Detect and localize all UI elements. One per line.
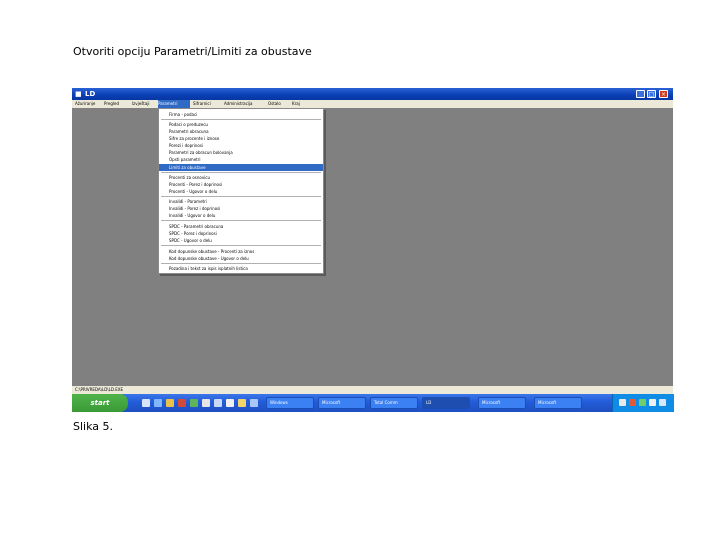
minimize-button[interactable]: _ bbox=[636, 90, 645, 98]
menu-option[interactable]: Sifre za procente i iznose bbox=[159, 135, 323, 142]
menu-option[interactable]: Opsti parametri bbox=[159, 156, 323, 163]
tray-icon[interactable] bbox=[639, 399, 646, 406]
menu-option[interactable]: Procenti za osnovicu bbox=[159, 174, 323, 181]
quicklaunch-icon[interactable] bbox=[142, 399, 150, 407]
status-path: C:\PRIVREDA\LD\LD.EXE bbox=[75, 387, 124, 392]
menu-option-limiti-za-obustave[interactable]: Limiti za obustave bbox=[159, 164, 323, 171]
menu-separator bbox=[161, 263, 321, 264]
media-icon[interactable] bbox=[178, 399, 186, 407]
tray-icon[interactable] bbox=[619, 399, 626, 406]
taskbar-button[interactable]: Total Comm bbox=[370, 397, 418, 409]
menu-kraj[interactable]: Kraj bbox=[292, 100, 300, 108]
folder-icon[interactable] bbox=[166, 399, 174, 407]
menu-option[interactable]: Parametri obracuna bbox=[159, 128, 323, 135]
menu-option[interactable]: Parametri za obracun bolovanja bbox=[159, 149, 323, 156]
menu-option[interactable]: Kod dopunske obustave - Procenti za izno… bbox=[159, 248, 323, 255]
window-title: LD bbox=[85, 90, 96, 98]
taskbar-button-label: Microsoft bbox=[482, 400, 501, 405]
taskbar-button-label: Total Comm bbox=[374, 400, 398, 405]
browser-icon[interactable] bbox=[154, 399, 162, 407]
menu-parametri[interactable]: Parametri bbox=[158, 100, 190, 108]
system-tray bbox=[612, 394, 674, 412]
quicklaunch-icon[interactable] bbox=[226, 399, 234, 407]
desktop-icon[interactable] bbox=[202, 399, 210, 407]
figure-caption: Slika 5. bbox=[73, 420, 114, 433]
menu-option[interactable]: Kod dopunske obustave - Ugovor o delu bbox=[159, 255, 323, 262]
menu-option[interactable]: Firma - podaci bbox=[159, 111, 323, 118]
menu-option[interactable]: Invalidi - Porez i doprinosi bbox=[159, 205, 323, 212]
close-button[interactable]: × bbox=[659, 90, 668, 98]
tray-icon[interactable] bbox=[629, 399, 636, 406]
menu-azuriranje[interactable]: Ažuriranje bbox=[75, 100, 95, 108]
menu-separator bbox=[161, 220, 321, 221]
menu-option[interactable]: SPDC - Ugovor o delu bbox=[159, 237, 323, 244]
taskbar: start Windows Microsoft Total Comm LD Mi… bbox=[72, 394, 674, 412]
menu-option[interactable]: Pozadina i tekst za ispis isplatnih list… bbox=[159, 265, 323, 272]
menu-option[interactable]: SPDC - Parametri obracuna bbox=[159, 223, 323, 230]
menu-option[interactable]: Procenti - Ugovor o delu bbox=[159, 188, 323, 195]
application-screenshot: ■ LD _ □ × Ažuriranje Pregled Izvještaji… bbox=[72, 88, 674, 412]
taskbar-button-label: Microsoft bbox=[538, 400, 557, 405]
menu-option[interactable]: Porezi i doprinosi bbox=[159, 142, 323, 149]
taskbar-button[interactable]: Windows bbox=[266, 397, 314, 409]
taskbar-button-active[interactable]: LD bbox=[422, 397, 470, 409]
quicklaunch-icon[interactable] bbox=[214, 399, 222, 407]
app-icon: ■ bbox=[75, 90, 82, 98]
menu-separator bbox=[161, 245, 321, 246]
parametri-dropdown-menu: Firma - podaci Podaci o preduzecu Parame… bbox=[158, 108, 324, 274]
maximize-button[interactable]: □ bbox=[647, 90, 656, 98]
menu-option[interactable]: Podaci o preduzecu bbox=[159, 121, 323, 128]
menu-pregled[interactable]: Pregled bbox=[104, 100, 119, 108]
taskbar-button-label: LD bbox=[426, 400, 432, 405]
quicklaunch-icon[interactable] bbox=[250, 399, 258, 407]
start-button[interactable]: start bbox=[72, 394, 128, 412]
menu-option[interactable]: SPDC - Porez i doprinosi bbox=[159, 230, 323, 237]
taskbar-button[interactable]: Microsoft bbox=[478, 397, 526, 409]
quicklaunch-icon[interactable] bbox=[238, 399, 246, 407]
taskbar-button[interactable]: Microsoft bbox=[318, 397, 366, 409]
menu-sifrarnici[interactable]: Sifrarnici bbox=[193, 100, 211, 108]
menu-option[interactable]: Invalidi - Ugovor o delu bbox=[159, 212, 323, 219]
taskbar-button[interactable]: Microsoft bbox=[534, 397, 582, 409]
taskbar-button-label: Windows bbox=[270, 400, 288, 405]
menu-separator bbox=[161, 172, 321, 173]
speaker-icon[interactable] bbox=[649, 399, 656, 406]
menu-administracija[interactable]: Administracija bbox=[224, 100, 252, 108]
menu-separator bbox=[161, 119, 321, 120]
taskbar-button-label: Microsoft bbox=[322, 400, 341, 405]
document-heading: Otvoriti opciju Parametri/Limiti za obus… bbox=[73, 45, 312, 58]
tray-icon[interactable] bbox=[659, 399, 666, 406]
menu-option[interactable]: Procenti - Porez i doprinosi bbox=[159, 181, 323, 188]
menu-ostalo[interactable]: Ostalo bbox=[268, 100, 281, 108]
menu-izvjestaji[interactable]: Izvještaji bbox=[132, 100, 150, 108]
app-icon[interactable] bbox=[190, 399, 198, 407]
menu-bar: Ažuriranje Pregled Izvještaji Parametri … bbox=[72, 100, 673, 108]
menu-option[interactable]: Invalidi - Parametri bbox=[159, 198, 323, 205]
menu-separator bbox=[161, 196, 321, 197]
window-titlebar[interactable]: ■ LD _ □ × bbox=[72, 88, 673, 100]
status-bar: C:\PRIVREDA\LD\LD.EXE bbox=[72, 386, 673, 394]
